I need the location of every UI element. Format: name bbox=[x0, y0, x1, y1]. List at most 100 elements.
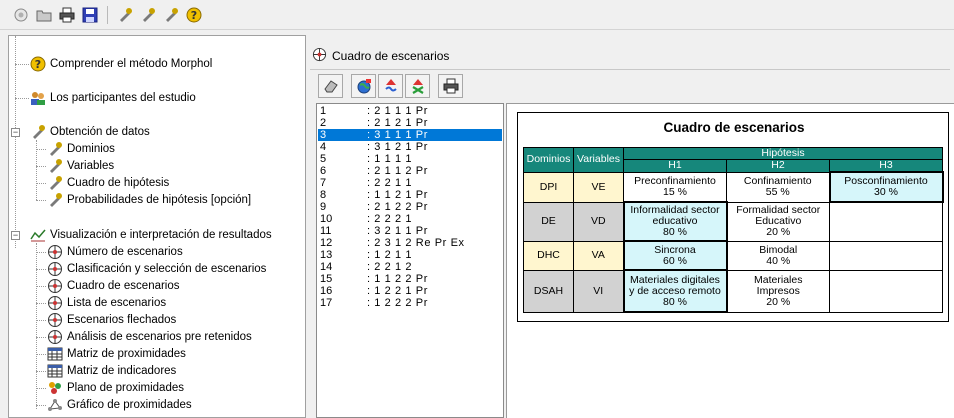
wand-icon[interactable] bbox=[12, 6, 30, 24]
save-icon[interactable] bbox=[81, 6, 99, 24]
list-item[interactable]: 17: 1 2 2 2 Pr bbox=[318, 297, 502, 309]
list-item[interactable]: 1: 2 1 1 1 Pr bbox=[318, 105, 502, 117]
list-item[interactable]: 14: 2 2 1 2 bbox=[318, 261, 502, 273]
cell-hypothesis-empty[interactable] bbox=[829, 201, 943, 242]
list-item[interactable]: 6: 2 1 1 2 Pr bbox=[318, 165, 502, 177]
target-icon bbox=[312, 47, 327, 65]
cell-line: 80 % bbox=[663, 295, 687, 308]
tree-item-matriz-proximidades[interactable]: Matriz de proximidades bbox=[47, 346, 186, 362]
sort-button[interactable] bbox=[378, 74, 403, 98]
list-item[interactable]: 15: 1 1 2 2 Pr bbox=[318, 273, 502, 285]
cell-hypothesis-selected[interactable]: Posconfinamiento 30 % bbox=[828, 171, 944, 203]
globe-button[interactable] bbox=[351, 74, 376, 98]
stamp-icon[interactable] bbox=[116, 6, 134, 24]
list-item[interactable]: 13: 1 2 1 1 bbox=[318, 249, 502, 261]
tree-connector bbox=[36, 149, 46, 150]
tree-item-dominios[interactable]: Dominios bbox=[47, 141, 115, 157]
cell-variable: VI bbox=[573, 269, 624, 313]
tree-item-cuadro-escenarios[interactable]: Cuadro de escenarios bbox=[47, 278, 180, 294]
tree-item-escenarios-flechados[interactable]: Escenarios flechados bbox=[47, 312, 176, 328]
cell-hypothesis[interactable]: Confinamiento 55 % bbox=[726, 171, 830, 203]
list-item-code: : 3 1 1 1 Pr bbox=[367, 129, 429, 141]
help-icon[interactable]: ? bbox=[185, 6, 203, 24]
cell-hypothesis-selected[interactable]: Materiales digitales y de acceso remoto 80… bbox=[622, 269, 728, 313]
folder-icon[interactable] bbox=[35, 6, 53, 24]
tree-connector bbox=[36, 269, 46, 270]
navigation-tree: ? Comprender el método Morphol Los parti… bbox=[8, 35, 306, 418]
cell-hypothesis-empty[interactable] bbox=[829, 269, 943, 313]
tree-item-clasificacion[interactable]: Clasificación y selección de escenarios bbox=[47, 261, 266, 277]
stamp-icon[interactable] bbox=[139, 6, 157, 24]
list-item[interactable]: 9: 2 1 2 2 Pr bbox=[318, 201, 502, 213]
cell-line: 30 % bbox=[874, 186, 898, 198]
tree-item-label: Variables bbox=[67, 160, 115, 172]
plane-icon bbox=[47, 380, 63, 396]
cell-line: y de acceso remoto bbox=[629, 284, 721, 297]
cell-line: 15 % bbox=[663, 185, 687, 198]
list-item-selected[interactable]: 3: 3 1 1 1 Pr bbox=[318, 129, 502, 141]
list-item[interactable]: 5 : 1 1 1 1 bbox=[318, 153, 502, 165]
print-button[interactable] bbox=[438, 74, 463, 98]
tree-item-visualizacion[interactable]: Visualización e interpretación de result… bbox=[30, 227, 272, 243]
select-icon bbox=[411, 79, 424, 94]
window-title: Cuadro de escenarios bbox=[312, 47, 449, 65]
cell-hypothesis-selected[interactable]: Sincrona 60 % bbox=[622, 240, 728, 271]
tree-item-plano-proximidades[interactable]: Plano de proximidades bbox=[47, 380, 184, 396]
tree-item-cuadro-hipotesis[interactable]: Cuadro de hipótesis bbox=[47, 175, 169, 191]
cell-line: 40 % bbox=[766, 254, 791, 267]
collapse-toggle[interactable]: − bbox=[11, 128, 20, 137]
tree-item-matriz-indicadores[interactable]: Matriz de indicadores bbox=[47, 363, 176, 379]
tree-item-numero-escenarios[interactable]: Número de escenarios bbox=[47, 244, 183, 260]
tree-item-obtencion[interactable]: Obtención de datos bbox=[30, 124, 150, 140]
list-item[interactable]: 12: 2 3 1 2 Re Pr Ex bbox=[318, 237, 502, 249]
cell-hypothesis[interactable]: Preconfinamiento 15 % bbox=[623, 171, 727, 203]
select-button[interactable] bbox=[405, 74, 430, 98]
scenario-list[interactable]: 1: 2 1 1 1 Pr 2: 2 1 2 1 Pr 3: 3 1 1 1 P… bbox=[316, 103, 504, 418]
list-item[interactable]: 4: 3 1 2 1 Pr bbox=[318, 141, 502, 153]
tree-item-variables[interactable]: Variables bbox=[47, 158, 114, 174]
tree-item-comprender[interactable]: ? Comprender el método Morphol bbox=[30, 56, 212, 72]
list-item[interactable]: 7: 2 2 1 1 bbox=[318, 177, 502, 189]
collapse-toggle[interactable]: − bbox=[11, 231, 20, 240]
tree-item-label: Dominios bbox=[67, 143, 115, 155]
tree-item-label: Probabilidades de hipótesis [opción] bbox=[67, 194, 252, 206]
list-item-number: 2 bbox=[320, 117, 327, 129]
list-item[interactable]: 16: 1 2 2 1 Pr bbox=[318, 285, 502, 297]
tree-item-grafico-proximidades[interactable]: Gráfico de proximidades bbox=[47, 397, 192, 413]
list-item[interactable]: 2: 2 1 2 1 Pr bbox=[318, 117, 502, 129]
scenario-sheet: Cuadro de escenarios Dominios Variables … bbox=[506, 103, 954, 418]
stamp-icon[interactable] bbox=[162, 6, 180, 24]
list-item-number: 5 bbox=[320, 153, 327, 165]
tree-item-label: Cuadro de hipótesis bbox=[67, 177, 170, 189]
cell-hypothesis[interactable]: Materiales Impresos 20 % bbox=[726, 269, 830, 313]
tree-item-label: Matriz de indicadores bbox=[67, 365, 177, 377]
tree-connector bbox=[36, 243, 37, 409]
target-icon bbox=[47, 329, 63, 345]
tree-item-participantes[interactable]: Los participantes del estudio bbox=[30, 90, 196, 106]
print-icon[interactable] bbox=[58, 6, 76, 24]
list-item[interactable]: 11: 3 2 1 1 Pr bbox=[318, 225, 502, 237]
list-item[interactable]: 8: 1 1 2 1 Pr bbox=[318, 189, 502, 201]
cell-hypothesis-selected[interactable]: Informalidad sector educativo 80 % bbox=[622, 201, 728, 242]
svg-text:?: ? bbox=[35, 58, 41, 71]
tree-item-analisis[interactable]: Análisis de escenarios pre retenidos bbox=[47, 329, 252, 345]
list-item-code: : 3 2 1 1 Pr bbox=[367, 225, 429, 237]
tree-connector bbox=[36, 183, 46, 184]
list-item-code: : 1 1 1 1 bbox=[367, 153, 413, 165]
window-title-text: Cuadro de escenarios bbox=[332, 49, 450, 63]
stamp-icon bbox=[47, 192, 63, 208]
tree-item-lista-escenarios[interactable]: Lista de escenarios bbox=[47, 295, 166, 311]
eraser-button[interactable] bbox=[318, 74, 343, 98]
list-item[interactable]: 10: 2 2 2 1 bbox=[318, 213, 502, 225]
list-item-code: : 2 1 2 2 Pr bbox=[367, 201, 429, 213]
tree-connector bbox=[15, 98, 29, 99]
cell-hypothesis[interactable]: Bimodal 40 % bbox=[726, 240, 830, 271]
stamp-icon bbox=[47, 158, 63, 174]
cell-hypothesis-empty[interactable] bbox=[829, 240, 943, 271]
cell-hypothesis[interactable]: Formalidad sector Educativo 20 % bbox=[726, 201, 830, 242]
list-item-code: : 2 2 1 1 bbox=[367, 177, 413, 189]
tree-item-probabilidades[interactable]: Probabilidades de hipótesis [opción] bbox=[47, 192, 251, 208]
tree-connector bbox=[36, 354, 46, 355]
list-item-number: 13 bbox=[320, 249, 333, 261]
tree-connector bbox=[36, 252, 46, 253]
